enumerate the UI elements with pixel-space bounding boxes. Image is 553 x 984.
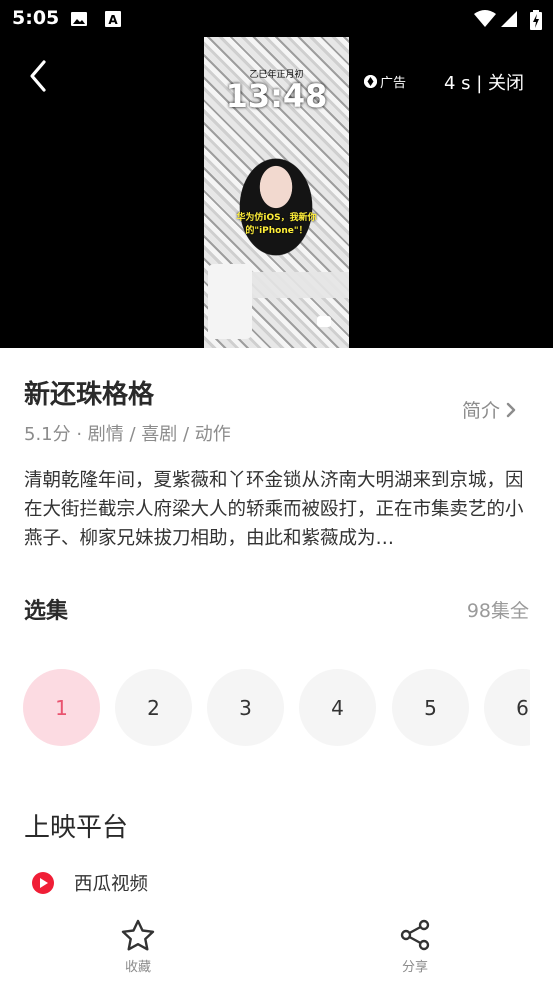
episodes-total[interactable]: 98集全: [467, 596, 529, 623]
episodes-title: 选集: [24, 599, 69, 624]
platform-item-xigua[interactable]: 西瓜视频: [32, 870, 148, 896]
episode-5-button[interactable]: 5: [392, 669, 469, 746]
thumbnail-notification-bar: [252, 272, 349, 298]
intro-link-label: 简介: [462, 400, 501, 422]
ad-badge: 广告: [364, 72, 406, 91]
video-player[interactable]: 乙巳年正月初 13:48 华为仿iOS，我新你的"iPhone"！ 广告 4 s…: [0, 37, 553, 348]
svg-text:A: A: [108, 13, 118, 27]
show-title: 新还珠格格: [24, 380, 155, 410]
platform-name: 西瓜视频: [74, 874, 149, 895]
ad-icon: [364, 75, 377, 88]
episode-1-button[interactable]: 1: [23, 669, 100, 746]
favorite-button[interactable]: 收藏: [98, 918, 178, 975]
status-time: 5:05: [12, 7, 60, 29]
status-bar: 5:05 A: [0, 0, 553, 37]
ad-video-thumbnail[interactable]: 乙巳年正月初 13:48 华为仿iOS，我新你的"iPhone"！: [204, 37, 349, 348]
show-detail: 新还珠格格 5.1分 · 剧情 / 喜剧 / 动作 简介 清朝乾隆年间，夏紫薇和…: [0, 348, 553, 904]
image-notification-icon: [70, 10, 88, 32]
episode-6-button[interactable]: 6: [484, 669, 530, 746]
intro-link[interactable]: 简介: [462, 396, 516, 423]
thumbnail-caption-text: 华为仿iOS，我新你的"iPhone"！: [236, 213, 317, 236]
show-synopsis[interactable]: 清朝乾隆年间，夏紫薇和丫环金锁从济南大明湖来到京城，因在大街拦截宗人府梁大人的轿…: [24, 466, 530, 553]
wifi-icon: [474, 10, 496, 32]
share-label: 分享: [401, 960, 428, 975]
episode-2-button[interactable]: 2: [115, 669, 192, 746]
ad-countdown-close-button[interactable]: 4 s | 关闭: [444, 69, 524, 95]
camera-icon: [317, 316, 331, 327]
thumbnail-clock-text: 13:48: [225, 77, 328, 115]
ad-label: 广告: [380, 76, 407, 91]
share-icon: [400, 919, 430, 951]
xigua-logo-icon: [32, 872, 54, 894]
signal-icon: [500, 10, 518, 32]
episode-3-button[interactable]: 3: [207, 669, 284, 746]
back-button[interactable]: [26, 59, 54, 93]
episode-list[interactable]: 1 2 3 4 5 6: [23, 669, 530, 747]
bottom-action-bar: 收藏 分享: [0, 904, 553, 984]
font-notification-icon: A: [104, 10, 122, 32]
chevron-right-icon: [506, 402, 516, 417]
star-icon: [121, 919, 155, 951]
show-meta: 5.1分 · 剧情 / 喜剧 / 动作: [24, 424, 231, 445]
share-button[interactable]: 分享: [375, 918, 455, 975]
platforms-title: 上映平台: [24, 813, 129, 843]
episode-4-button[interactable]: 4: [299, 669, 376, 746]
battery-icon: [530, 10, 542, 34]
thumbnail-widget: [208, 264, 252, 339]
favorite-label: 收藏: [124, 960, 151, 975]
